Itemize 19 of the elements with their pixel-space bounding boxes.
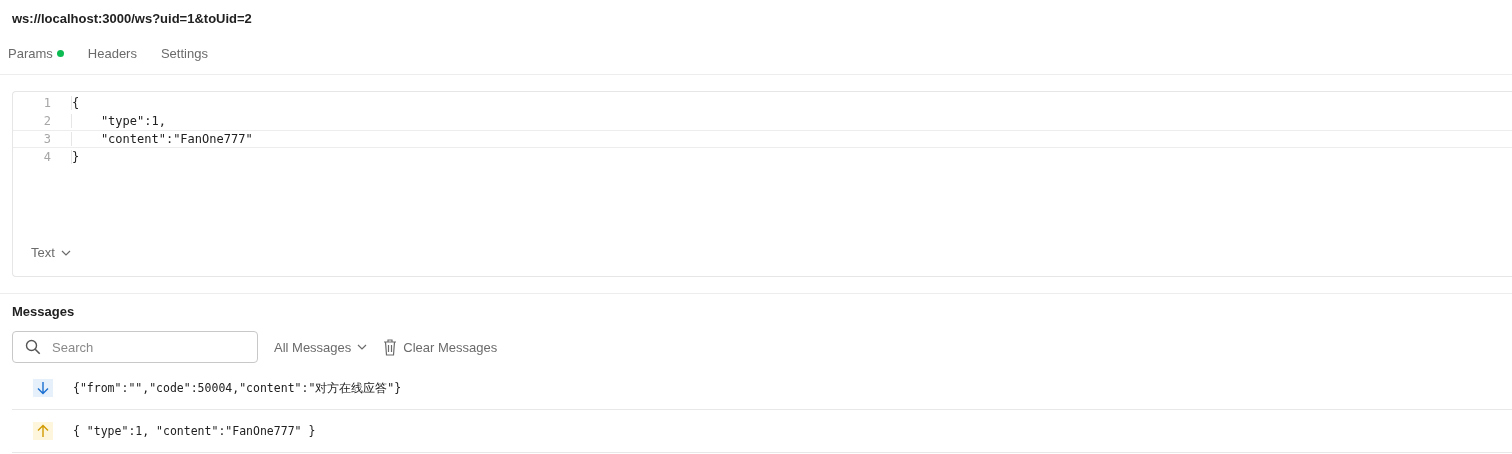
code-line: 2 "type":1, — [42, 113, 167, 130]
message-text: {"from":"","code":50004,"content":"对方在线应答"} — [73, 380, 402, 396]
clear-button[interactable]: Clear Messages — [383, 338, 498, 356]
chevron-icon — [357, 344, 368, 350]
url-text: ws://localhost:3000/ws?uid=1&toUid=2 — [11, 10, 253, 28]
search-icon — [25, 339, 41, 355]
code-line: 1 { — [42, 95, 81, 112]
trash-icon — [383, 338, 398, 356]
editor-panel[interactable]: 1 { 2 "type":1, 3 "content":"FanOne777" 4 } Text — [12, 91, 1512, 277]
filter-dropdown[interactable]: All Messages — [274, 339, 368, 355]
code-line: 4 } — [42, 149, 81, 166]
search-field[interactable]: Search — [12, 331, 258, 363]
tab[interactable]: Settings — [160, 44, 208, 62]
tab[interactable]: Params — [8, 44, 64, 62]
section-title: Messages — [12, 304, 76, 319]
message-text: { "type":1, "content":"FanOne777" } — [73, 424, 316, 438]
format-dropdown[interactable]: Text — [31, 245, 71, 260]
chevron-icon — [60, 249, 71, 256]
tab[interactable]: Headers — [87, 44, 137, 62]
